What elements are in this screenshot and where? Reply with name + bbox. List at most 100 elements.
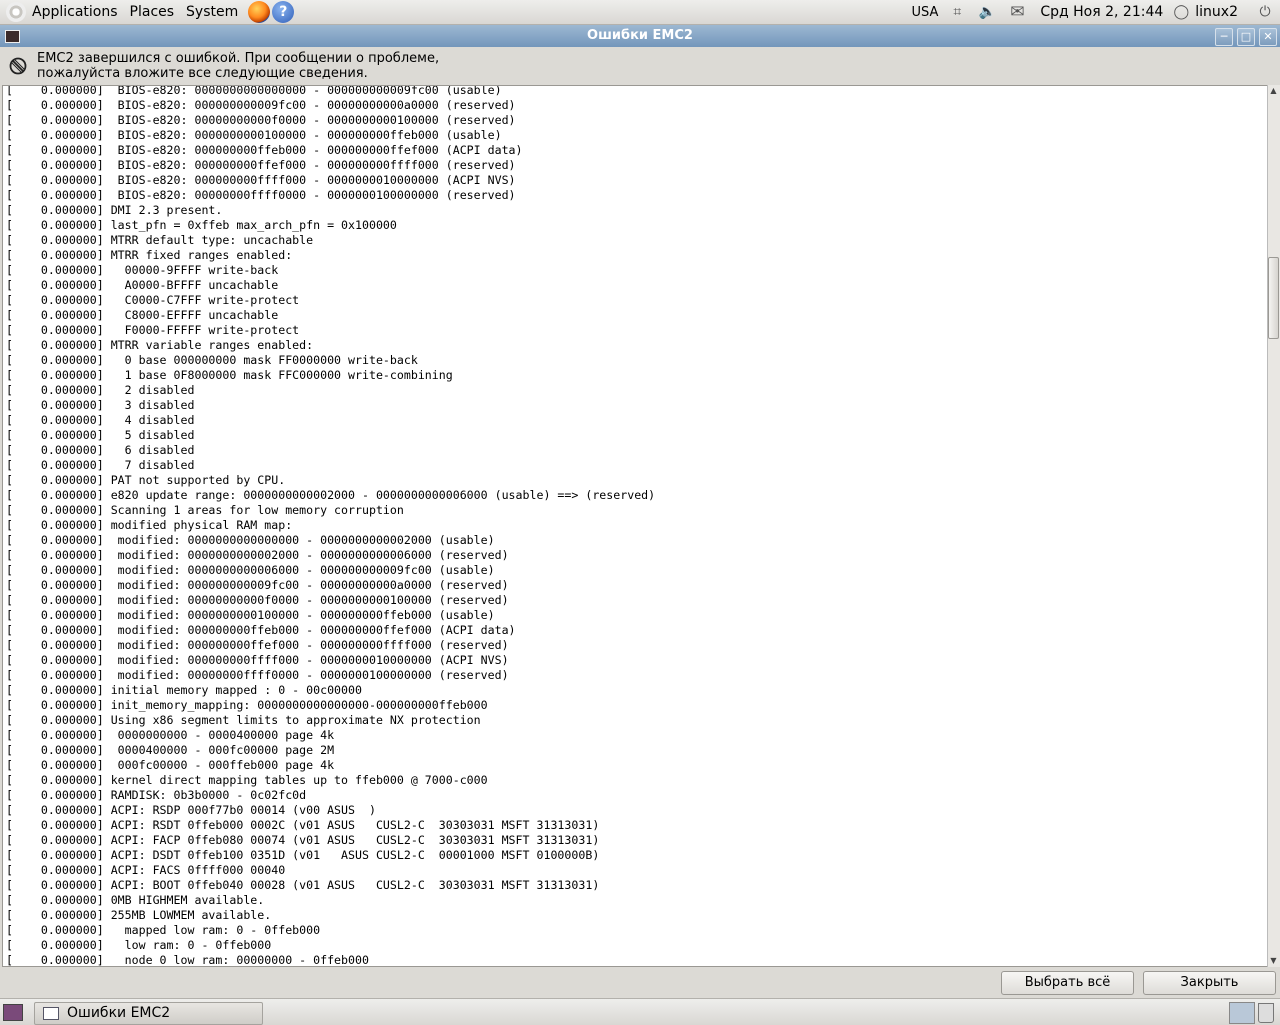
log-line: [ 0.000000] 6 disabled bbox=[6, 443, 195, 457]
window-titlebar[interactable]: Ошибки EMC2 ─ □ ✕ bbox=[0, 25, 1280, 47]
log-line: [ 0.000000] modified: 0000000000100000 -… bbox=[6, 608, 495, 622]
log-line: [ 0.000000] modified: 00000000ffff0000 -… bbox=[6, 668, 509, 682]
log-line: [ 0.000000] 0000000000 - 0000400000 page… bbox=[6, 728, 335, 742]
log-line: [ 0.000000] modified: 0000000000000000 -… bbox=[6, 533, 495, 547]
close-button[interactable]: Закрыть bbox=[1143, 971, 1276, 995]
error-message-line1: EMC2 завершился с ошибкой. При сообщении… bbox=[37, 51, 440, 66]
log-line: [ 0.000000] PAT not supported by CPU. bbox=[6, 473, 286, 487]
volume-icon[interactable]: 🔈 bbox=[978, 3, 996, 21]
log-line: [ 0.000000] 4 disabled bbox=[6, 413, 195, 427]
network-icon[interactable]: ⌗ bbox=[948, 3, 966, 21]
log-line: [ 0.000000] modified physical RAM map: bbox=[6, 518, 293, 532]
log-line: [ 0.000000] ACPI: BOOT 0ffeb040 00028 (v… bbox=[6, 878, 600, 892]
log-line: [ 0.000000] Scanning 1 areas for low mem… bbox=[6, 503, 404, 517]
log-line: [ 0.000000] init_memory_mapping: 0000000… bbox=[6, 698, 488, 712]
workspace-switcher[interactable] bbox=[1229, 1002, 1255, 1024]
log-line: [ 0.000000] 5 disabled bbox=[6, 428, 195, 442]
log-line: [ 0.000000] RAMDISK: 0b3b0000 - 0c02fc0d bbox=[6, 788, 307, 802]
log-line: [ 0.000000] 0 base 000000000 mask FF0000… bbox=[6, 353, 418, 367]
log-line: [ 0.000000] A0000-BFFFF uncachable bbox=[6, 278, 279, 292]
stop-icon bbox=[9, 57, 27, 75]
select-all-button[interactable]: Выбрать всё bbox=[1001, 971, 1134, 995]
log-line: [ 0.000000] modified: 000000000009fc00 -… bbox=[6, 578, 509, 592]
user-icon: ◯ bbox=[1173, 4, 1190, 20]
user-name[interactable]: linux2 bbox=[1191, 4, 1242, 20]
vertical-scrollbar[interactable]: ▲ ▼ bbox=[1267, 85, 1280, 967]
top-panel: Applications Places System ? USA ⌗ 🔈 ✉ С… bbox=[0, 0, 1280, 25]
log-line: [ 0.000000] node 0 low ram: 00000000 - 0… bbox=[6, 953, 369, 967]
log-line: [ 0.000000] low ram: 0 - 0ffeb000 bbox=[6, 938, 272, 952]
log-line: [ 0.000000] ACPI: FACP 0ffeb080 00074 (v… bbox=[6, 833, 600, 847]
window-title: Ошибки EMC2 bbox=[587, 28, 693, 43]
log-line: [ 0.000000] Using x86 segment limits to … bbox=[6, 713, 481, 727]
mail-icon[interactable]: ✉ bbox=[1008, 2, 1026, 22]
log-line: [ 0.000000] MTRR variable ranges enabled… bbox=[6, 338, 314, 352]
log-line: [ 0.000000] BIOS-e820: 000000000ffef000 … bbox=[6, 158, 516, 172]
log-line: [ 0.000000] 0000400000 - 000fc00000 page… bbox=[6, 743, 335, 757]
log-line: [ 0.000000] C0000-C7FFF write-protect bbox=[6, 293, 300, 307]
menu-system[interactable]: System bbox=[180, 0, 244, 24]
power-icon[interactable]: ⏻ bbox=[1256, 3, 1274, 21]
firefox-launcher-icon[interactable] bbox=[248, 1, 271, 23]
scroll-down-icon[interactable]: ▼ bbox=[1268, 955, 1279, 967]
log-line: [ 0.000000] 1 base 0F8000000 mask FFC000… bbox=[6, 368, 453, 382]
log-line: [ 0.000000] 0MB HIGHMEM available. bbox=[6, 893, 265, 907]
scrollbar-thumb[interactable] bbox=[1268, 257, 1279, 339]
menu-applications[interactable]: Applications bbox=[26, 0, 124, 24]
log-line: [ 0.000000] modified: 000000000ffff000 -… bbox=[6, 653, 509, 667]
log-line: [ 0.000000] F0000-FFFFF write-protect bbox=[6, 323, 300, 337]
log-line: [ 0.000000] BIOS-e820: 0000000000100000 … bbox=[6, 128, 502, 142]
error-header: EMC2 завершился с ошибкой. При сообщении… bbox=[0, 47, 1280, 85]
taskbar-window-label: Ошибки EMC2 bbox=[67, 1005, 171, 1021]
keyboard-layout-indicator[interactable]: USA bbox=[907, 5, 942, 20]
log-line: [ 0.000000] BIOS-e820: 000000000ffff000 … bbox=[6, 173, 516, 187]
close-window-icon[interactable]: ✕ bbox=[1259, 28, 1277, 46]
log-line: [ 0.000000] 000fc00000 - 000ffeb000 page… bbox=[6, 758, 335, 772]
log-text: [ 0.000000] BIOS-e820: 0000000000000000 … bbox=[3, 85, 1267, 967]
minimize-icon[interactable]: ─ bbox=[1215, 28, 1233, 46]
log-line: [ 0.000000] modified: 000000000ffeb000 -… bbox=[6, 623, 516, 637]
window-icon bbox=[43, 1007, 59, 1020]
log-line: [ 0.000000] mapped low ram: 0 - 0ffeb000 bbox=[6, 923, 321, 937]
error-message: EMC2 завершился с ошибкой. При сообщении… bbox=[37, 51, 439, 81]
log-line: [ 0.000000] modified: 000000000ffef000 -… bbox=[6, 638, 509, 652]
log-line: [ 0.000000] modified: 0000000000002000 -… bbox=[6, 548, 509, 562]
log-line: [ 0.000000] 7 disabled bbox=[6, 458, 195, 472]
system-tray: USA ⌗ 🔈 ✉ Срд Ноя 2, 21:44 ◯ linux2 ⏻ bbox=[907, 0, 1280, 24]
log-line: [ 0.000000] ACPI: FACS 0ffff000 00040 bbox=[6, 863, 286, 877]
log-line: [ 0.000000] 255MB LOWMEM available. bbox=[6, 908, 272, 922]
log-line: [ 0.000000] modified: 00000000000f0000 -… bbox=[6, 593, 509, 607]
log-line: [ 0.000000] modified: 0000000000006000 -… bbox=[6, 563, 495, 577]
taskbar-window-button[interactable]: Ошибки EMC2 bbox=[34, 1002, 263, 1025]
menu-places[interactable]: Places bbox=[124, 0, 181, 24]
log-line: [ 0.000000] 2 disabled bbox=[6, 383, 195, 397]
log-line: [ 0.000000] BIOS-e820: 00000000000f0000 … bbox=[6, 113, 516, 127]
log-line: [ 0.000000] kernel direct mapping tables… bbox=[6, 773, 488, 787]
log-text-area[interactable]: [ 0.000000] BIOS-e820: 0000000000000000 … bbox=[2, 85, 1268, 967]
log-line: [ 0.000000] BIOS-e820: 0000000000000000 … bbox=[6, 85, 502, 97]
log-line: [ 0.000000] e820 update range: 000000000… bbox=[6, 488, 656, 502]
log-line: [ 0.000000] ACPI: RSDT 0ffeb000 0002C (v… bbox=[6, 818, 600, 832]
log-line: [ 0.000000] MTRR fixed ranges enabled: bbox=[6, 248, 293, 262]
show-desktop-icon[interactable] bbox=[3, 1004, 23, 1021]
clock[interactable]: Срд Ноя 2, 21:44 bbox=[1032, 4, 1171, 20]
log-line: [ 0.000000] BIOS-e820: 00000000ffff0000 … bbox=[6, 188, 516, 202]
log-line: [ 0.000000] 00000-9FFFF write-back bbox=[6, 263, 279, 277]
bottom-panel: Ошибки EMC2 bbox=[0, 998, 1280, 1025]
log-line: [ 0.000000] MTRR default type: uncachabl… bbox=[6, 233, 314, 247]
log-line: [ 0.000000] BIOS-e820: 000000000ffeb000 … bbox=[6, 143, 523, 157]
log-line: [ 0.000000] DMI 2.3 present. bbox=[6, 203, 223, 217]
trash-icon[interactable] bbox=[1258, 1003, 1274, 1023]
log-line: [ 0.000000] C8000-EFFFF uncachable bbox=[6, 308, 279, 322]
distro-logo-icon[interactable] bbox=[6, 2, 26, 22]
log-line: [ 0.000000] initial memory mapped : 0 - … bbox=[6, 683, 362, 697]
log-line: [ 0.000000] ACPI: DSDT 0ffeb100 0351D (v… bbox=[6, 848, 600, 862]
error-message-line2: пожалуйста вложите все следующие сведени… bbox=[37, 66, 368, 81]
log-line: [ 0.000000] last_pfn = 0xffeb max_arch_p… bbox=[6, 218, 397, 232]
help-launcher-icon[interactable]: ? bbox=[272, 1, 295, 23]
log-line: [ 0.000000] ACPI: RSDP 000f77b0 00014 (v… bbox=[6, 803, 376, 817]
maximize-icon[interactable]: □ bbox=[1237, 28, 1255, 46]
log-line: [ 0.000000] BIOS-e820: 000000000009fc00 … bbox=[6, 98, 516, 112]
log-line: [ 0.000000] 3 disabled bbox=[6, 398, 195, 412]
scroll-up-icon[interactable]: ▲ bbox=[1268, 85, 1279, 97]
